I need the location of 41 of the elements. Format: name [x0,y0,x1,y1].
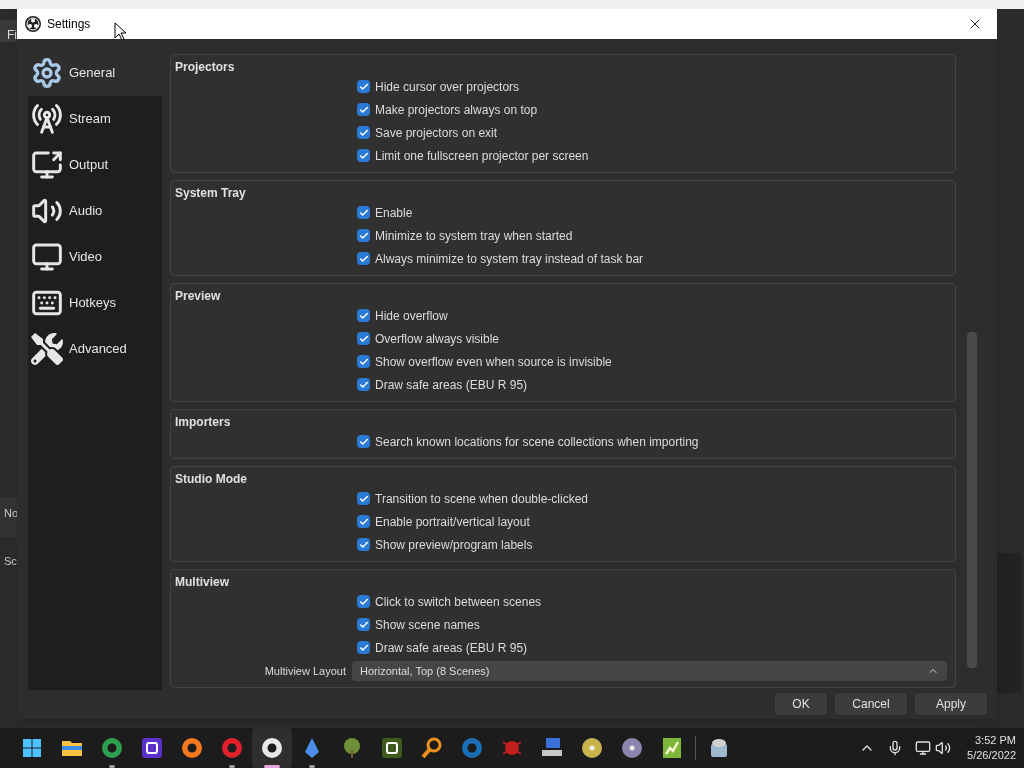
group-title: Importers [174,414,232,430]
dialog-button[interactable]: Apply [915,693,987,715]
layout-dropdown[interactable]: Horizontal, Top (8 Scenes) [352,661,947,681]
sidebar-item[interactable]: Advanced [28,326,162,372]
menu-item[interactable]: Fi [7,26,17,44]
checkbox-label: Draw safe areas (EBU R 95) [375,376,528,394]
panel-title: Sc [4,554,17,569]
clock-date[interactable]: 5/26/2022 [967,748,1016,763]
group-title: Studio Mode [174,471,248,487]
checkbox-label: Enable [375,204,413,222]
sidebar-item[interactable]: Output [28,142,162,188]
checkbox-label: Show preview/program labels [375,536,533,554]
checkbox-label: Show scene names [375,616,480,634]
checkbox-label: Click to switch between scenes [375,593,542,611]
checkbox-label: Show overflow even when source is invisible [375,353,612,371]
sidebar-item[interactable]: General [28,50,162,96]
checkbox-label: Draw safe areas (EBU R 95) [375,639,528,657]
checkbox-label: Limit one fullscreen projector per screen [375,147,589,165]
group-title: Multiview [174,574,230,590]
checkbox-label: Always minimize to system tray instead of task bar [375,250,644,268]
dialog-button[interactable]: OK [775,693,827,715]
group-title: Preview [174,288,222,304]
checkbox-label: Minimize to system tray when started [375,227,573,245]
checkbox-label: Hide cursor over projectors [375,78,520,96]
checkbox-label: Hide overflow [375,307,448,325]
sidebar-item[interactable]: Hotkeys [28,280,162,326]
checkbox-label: Search known locations for scene collections when importing [375,433,699,451]
dialog-button[interactable]: Cancel [835,693,907,715]
window-title: Settings [47,16,91,33]
checkbox-label: Enable portrait/vertical layout [375,513,530,531]
checkbox-label: Transition to scene when double-clicked [375,490,588,508]
field-label: Multiview Layout [263,663,347,679]
checkbox-label: Overflow always visible [375,330,500,348]
sidebar-item[interactable]: Stream [28,96,162,142]
sidebar-item[interactable]: Audio [28,188,162,234]
sidebar-item[interactable]: Video [28,234,162,280]
group-title: Projectors [174,59,236,75]
checkbox-label: Make projectors always on top [375,101,538,119]
clock-time[interactable]: 3:52 PM [975,733,1016,748]
checkbox-label: Save projectors on exit [375,124,498,142]
group-title: System Tray [174,185,247,201]
